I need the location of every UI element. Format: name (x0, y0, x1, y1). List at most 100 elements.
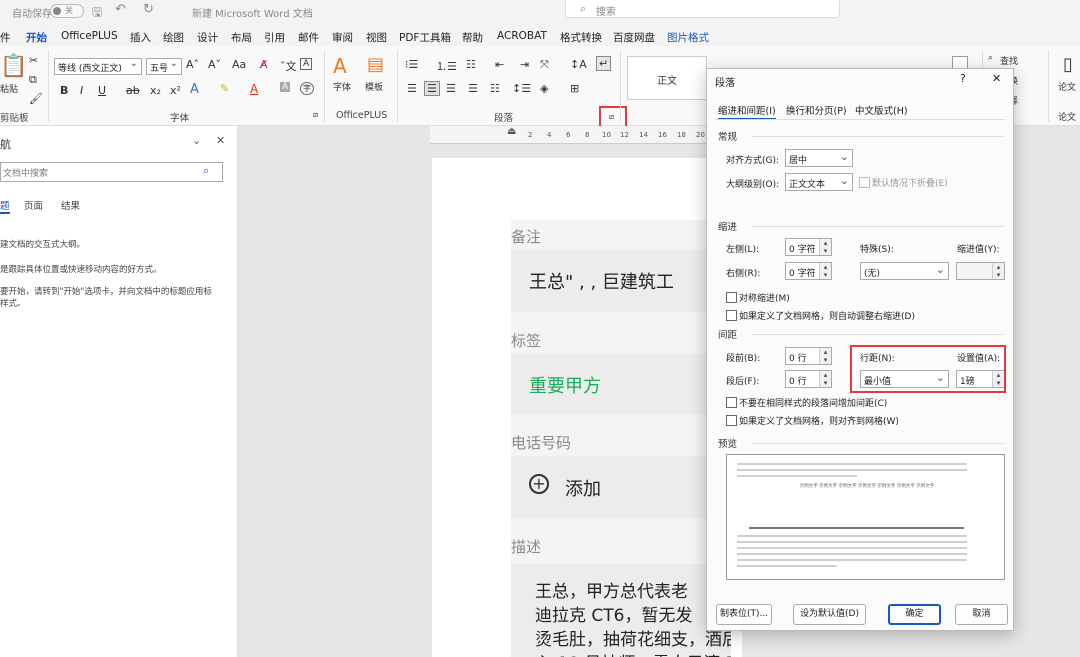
font-name-select[interactable]: 等线 (西文正文) (54, 58, 142, 75)
paste-icon[interactable]: 📋 (0, 54, 27, 79)
numbering-icon[interactable]: ⒈☰ (436, 58, 457, 74)
paste-label[interactable]: 粘贴 (0, 82, 18, 95)
no-space-same-style-checkbox[interactable]: 不要在相同样式的段落间增加间距(C) (726, 396, 887, 409)
indent-marker-icon[interactable]: ⏏ (507, 126, 516, 137)
tab-officeplus[interactable]: OfficePLUS (61, 30, 118, 42)
tab-pdf-tools[interactable]: PDF工具箱 (399, 30, 451, 45)
font-dialog-launcher-icon[interactable]: ⧄ (313, 110, 318, 120)
indent-by-spinner[interactable] (956, 262, 1005, 280)
subscript-button[interactable]: x₂ (150, 84, 161, 97)
tab-baidu-netdisk[interactable]: 百度网盘 (613, 30, 655, 45)
set-default-button[interactable]: 设为默认值(D) (793, 604, 866, 625)
mirror-indents-checkbox[interactable]: 对称缩进(M) (726, 291, 790, 304)
ok-button[interactable]: 确定 (888, 604, 941, 625)
show-marks-icon[interactable]: ↵ (596, 56, 612, 71)
redo-icon[interactable]: ↻ (143, 2, 154, 17)
template-label[interactable]: 模板 (365, 80, 383, 93)
tab-acrobat[interactable]: ACROBAT (497, 30, 547, 42)
bold-button[interactable]: B (60, 84, 68, 97)
tab-picture-format[interactable]: 图片格式 (667, 30, 709, 45)
superscript-button[interactable]: x² (170, 84, 181, 97)
tab-file[interactable]: 件 (0, 30, 11, 45)
highlight-icon[interactable]: ✎ (220, 82, 229, 95)
find-icon[interactable]: ⌕ (988, 53, 993, 63)
distribute-icon[interactable]: ☷ (490, 82, 500, 95)
nav-tab-headings[interactable]: 题 (0, 198, 10, 214)
align-right-icon[interactable]: ☰ (446, 82, 456, 95)
bullets-icon[interactable]: ⁝☰ (405, 58, 418, 71)
undo-icon[interactable]: ↶ (115, 2, 126, 17)
dialog-close-button[interactable]: ✕ (992, 72, 1001, 85)
increase-indent-icon[interactable]: ⇥ (520, 58, 529, 71)
text-effects-icon[interactable]: A (190, 82, 199, 97)
tab-layout[interactable]: 布局 (231, 30, 252, 45)
align-center-icon[interactable]: ☰ (424, 81, 440, 96)
snap-to-grid-checkbox[interactable]: 如果定义了文档网格，则对齐到网格(W) (726, 414, 899, 427)
sort-icon[interactable]: ↕A (570, 58, 587, 71)
format-painter-icon[interactable]: 🖌 (29, 92, 43, 105)
outline-level-select[interactable]: 正文文本 (785, 173, 853, 191)
special-indent-select[interactable]: (无) (860, 262, 949, 280)
clear-format-icon[interactable]: A̸ (260, 58, 268, 71)
multilevel-list-icon[interactable]: ☷ (466, 58, 476, 71)
tab-design[interactable]: 设计 (197, 30, 218, 45)
char-border-icon[interactable]: A (300, 58, 313, 70)
autosave-toggle[interactable]: 关 (50, 4, 84, 18)
tab-references[interactable]: 引用 (264, 30, 285, 45)
tab-draw[interactable]: 绘图 (163, 30, 184, 45)
copy-icon[interactable]: ⧉ (29, 73, 37, 87)
paper-check-icon[interactable]: ▯ (1063, 54, 1073, 75)
cancel-button[interactable]: 取消 (955, 604, 1008, 625)
shading-icon[interactable]: ◈ (540, 82, 548, 95)
tab-help[interactable]: 帮助 (462, 30, 483, 45)
decrease-indent-icon[interactable]: ⇤ (495, 58, 504, 71)
chinese-layout-icon[interactable]: ⤧ (540, 58, 549, 72)
align-left-icon[interactable]: ☰ (407, 82, 417, 95)
nav-tab-results[interactable]: 结果 (61, 198, 80, 212)
font-tool-icon[interactable]: A (333, 54, 347, 78)
nav-search-input[interactable]: 文档中搜索 (0, 162, 223, 182)
find-label[interactable]: 查找 (1000, 54, 1018, 67)
change-case-icon[interactable]: Aa (232, 58, 246, 71)
underline-button[interactable]: U (98, 84, 106, 97)
template-icon[interactable]: ▤ (367, 54, 384, 75)
nav-options-icon[interactable]: ⌄ (192, 134, 201, 147)
paper-check-label[interactable]: 论文 (1058, 80, 1076, 93)
collapse-default-checkbox[interactable]: 默认情况下折叠(E) (859, 176, 948, 189)
nav-search-icon[interactable]: ⌕ (203, 164, 209, 178)
auto-adjust-right-indent-checkbox[interactable]: 如果定义了文档网格，则自动调整右缩进(D) (726, 309, 915, 322)
font-tool-label[interactable]: 字体 (333, 80, 351, 93)
dialog-help-button[interactable]: ? (960, 72, 966, 85)
tabs-button[interactable]: 制表位(T)... (716, 604, 772, 625)
save-icon[interactable]: 🖫 (92, 3, 102, 24)
space-before-spinner[interactable]: 0 行 (785, 347, 832, 365)
italic-button[interactable]: I (80, 84, 83, 97)
tab-asian-typography[interactable]: 中文版式(H) (855, 103, 908, 117)
line-spacing-icon[interactable]: ↕☰ (512, 82, 531, 95)
font-color-icon[interactable]: A (250, 82, 258, 96)
pasted-phone-image[interactable]: 备注 王总" , , 巨建筑工 标签 重要甲方 电话号码 + 添加 描述 王总，… (511, 220, 731, 657)
strikethrough-icon[interactable]: ab (126, 84, 140, 97)
left-indent-spinner[interactable]: 0 字符 (785, 238, 832, 256)
tab-insert[interactable]: 插入 (130, 30, 151, 45)
enclose-char-icon[interactable]: 字 (300, 82, 314, 95)
tab-indents-spacing[interactable]: 缩进和间距(I) (718, 103, 776, 120)
nav-tab-pages[interactable]: 页面 (24, 198, 43, 212)
justify-icon[interactable]: ☰ (468, 82, 478, 95)
font-size-select[interactable]: 五号 (146, 58, 182, 75)
right-indent-spinner[interactable]: 0 字符 (785, 262, 832, 280)
shrink-font-icon[interactable]: A˅ (208, 58, 221, 71)
grow-font-icon[interactable]: A˄ (186, 58, 199, 71)
char-shading-icon[interactable]: A (280, 82, 291, 92)
alignment-select[interactable]: 居中 (785, 149, 853, 167)
phonetic-guide-icon[interactable]: ˇ文 (280, 58, 297, 74)
nav-close-icon[interactable]: ✕ (216, 134, 225, 147)
borders-icon[interactable]: ⊞ (570, 82, 579, 95)
cut-icon[interactable]: ✂ (29, 54, 38, 67)
tab-format-convert[interactable]: 格式转换 (560, 30, 602, 45)
tab-review[interactable]: 审阅 (332, 30, 353, 45)
space-after-spinner[interactable]: 0 行 (785, 370, 832, 388)
tab-view[interactable]: 视图 (366, 30, 387, 45)
tab-mailings[interactable]: 邮件 (298, 30, 319, 45)
tab-line-page-breaks[interactable]: 换行和分页(P) (786, 103, 847, 117)
